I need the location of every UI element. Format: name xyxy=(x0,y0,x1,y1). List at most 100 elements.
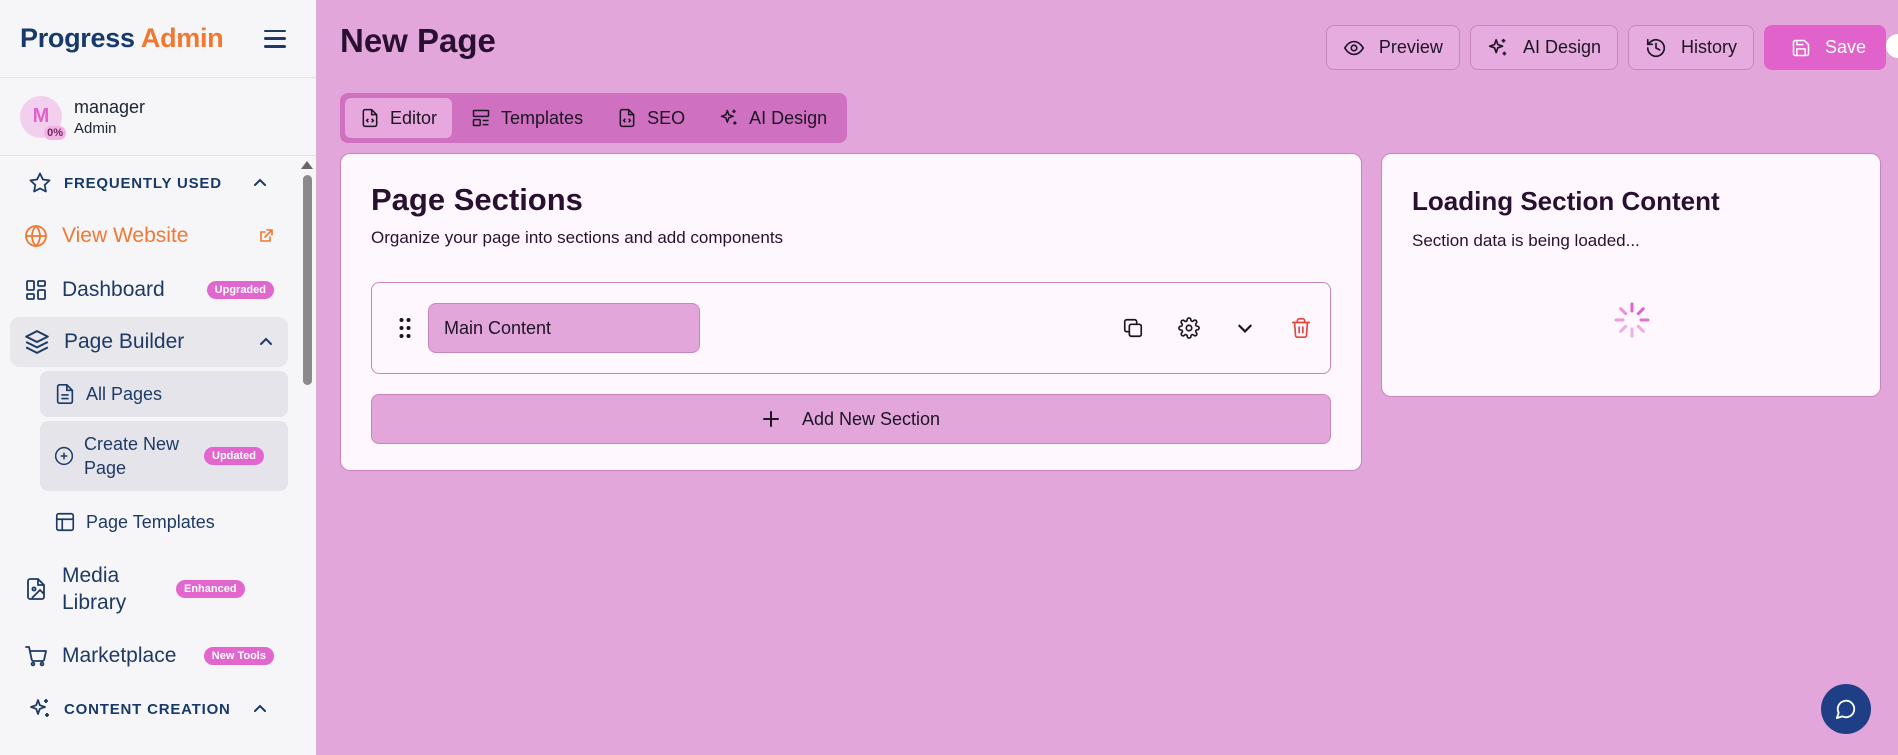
user-role: Admin xyxy=(74,119,117,137)
sidebar-item-page-builder[interactable]: Page Builder xyxy=(10,317,288,367)
save-icon xyxy=(1791,38,1811,58)
history-icon xyxy=(1645,37,1667,59)
file-icon xyxy=(54,383,76,405)
save-button[interactable]: Save xyxy=(1764,25,1886,70)
ai-design-button[interactable]: AI Design xyxy=(1469,25,1618,70)
section-label: FREQUENTLY USED xyxy=(64,174,222,192)
sidebar-subitem-create-new-page[interactable]: Create New Page Updated xyxy=(40,421,288,491)
file-code-icon xyxy=(617,108,637,128)
loading-subtitle: Section data is being loaded... xyxy=(1412,231,1640,250)
card-subtitle: Organize your page into sections and add… xyxy=(371,228,784,247)
tab-ai-design[interactable]: AI Design xyxy=(704,98,842,138)
dashboard-icon xyxy=(24,278,48,302)
avatar-progress-badge: 0% xyxy=(44,125,66,140)
trash-icon[interactable] xyxy=(1288,315,1314,341)
chevron-up-icon[interactable] xyxy=(252,175,268,191)
brand-logo[interactable]: Progress Admin xyxy=(20,23,224,54)
layers-icon xyxy=(24,329,50,355)
chevron-up-icon xyxy=(258,334,274,350)
user-name: manager xyxy=(74,96,146,117)
brand-accent: Admin xyxy=(140,23,224,53)
sidebar-item-label: Dashboard xyxy=(62,278,165,302)
eye-icon xyxy=(1343,37,1365,59)
status-badge: Upgraded xyxy=(206,281,274,299)
status-badge: Updated xyxy=(204,447,264,465)
copy-icon[interactable] xyxy=(1120,315,1146,341)
sidebar: Progress Admin M 0% manager Admin FREQUE… xyxy=(0,0,318,755)
scroll-up-icon[interactable] xyxy=(301,161,313,169)
ai-design-label: AI Design xyxy=(1522,37,1601,57)
tab-templates[interactable]: Templates xyxy=(456,98,598,138)
image-file-icon xyxy=(24,577,48,601)
tab-editor[interactable]: Editor xyxy=(345,98,453,138)
history-label: History xyxy=(1680,37,1737,57)
plus-circle-icon xyxy=(54,446,74,466)
add-section-button[interactable]: Add New Section xyxy=(371,394,1331,444)
section-row xyxy=(371,282,1331,374)
sidebar-subitem-all-pages[interactable]: All Pages xyxy=(40,371,288,417)
user-profile[interactable]: M 0% manager Admin xyxy=(0,78,316,156)
loading-spinner-icon xyxy=(1612,300,1652,340)
brand-main: Progress xyxy=(20,23,135,53)
tab-label: AI Design xyxy=(749,107,828,128)
loading-title: Loading Section Content xyxy=(1412,186,1720,216)
plus-icon xyxy=(762,410,780,428)
card-title: Page Sections xyxy=(371,182,583,217)
star-icon xyxy=(28,171,52,195)
chevron-down-icon[interactable] xyxy=(1232,315,1258,341)
sidebar-nav: FREQUENTLY USED View Website Dashboard U… xyxy=(0,157,298,755)
sidebar-item-view-website[interactable]: View Website xyxy=(0,209,298,263)
sparkles-icon xyxy=(28,697,52,721)
template-icon xyxy=(54,511,76,533)
loading-section-card: Loading Section Content Section data is … xyxy=(1381,153,1881,397)
page-title: New Page xyxy=(340,22,496,59)
sidebar-subitem-label: Create New Page xyxy=(84,433,180,478)
layout-icon xyxy=(471,108,491,128)
avatar: M 0% xyxy=(20,95,66,140)
globe-icon xyxy=(24,224,48,248)
sidebar-item-label: View Website xyxy=(62,224,189,248)
save-label: Save xyxy=(1825,37,1867,57)
tab-seo[interactable]: SEO xyxy=(602,98,700,138)
sidebar-scrollbar[interactable] xyxy=(300,157,314,755)
tab-label: Templates xyxy=(501,107,584,128)
menu-toggle-icon[interactable] xyxy=(264,29,286,48)
page-sections-card: Page Sections Organize your page into se… xyxy=(340,153,1362,471)
section-content-creation[interactable]: CONTENT CREATION xyxy=(0,683,298,735)
sidebar-subitem-label: All Pages xyxy=(86,383,163,404)
tab-label: SEO xyxy=(647,107,686,128)
file-code-icon xyxy=(360,108,380,128)
sidebar-item-label: Page Builder xyxy=(64,330,185,354)
sparkles-icon xyxy=(1487,37,1509,59)
sparkles-icon xyxy=(719,108,739,128)
chevron-up-icon[interactable] xyxy=(252,701,268,717)
sidebar-subitem-page-templates[interactable]: Page Templates xyxy=(40,495,288,549)
sidebar-item-dashboard[interactable]: Dashboard Upgraded xyxy=(0,263,298,317)
gear-icon[interactable] xyxy=(1176,315,1202,341)
preview-button[interactable]: Preview xyxy=(1325,25,1460,70)
drag-handle-icon[interactable] xyxy=(398,317,412,339)
section-label: CONTENT CREATION xyxy=(64,700,231,718)
section-frequently-used[interactable]: FREQUENTLY USED xyxy=(0,157,298,209)
cart-icon xyxy=(24,644,48,668)
status-badge: New Tools xyxy=(203,647,274,665)
preview-label: Preview xyxy=(1378,37,1443,57)
history-button[interactable]: History xyxy=(1627,25,1754,70)
top-actions: Preview AI Design History Save xyxy=(1325,25,1886,70)
chat-icon xyxy=(1835,698,1857,720)
sidebar-item-marketplace[interactable]: Marketplace New Tools xyxy=(0,629,298,683)
avatar-initial: M xyxy=(32,105,50,127)
edge-toggle[interactable] xyxy=(1886,34,1898,58)
editor-tabs: Editor Templates SEO AI Design xyxy=(340,93,848,143)
sidebar-header: Progress Admin xyxy=(0,0,316,78)
tab-label: Editor xyxy=(390,107,438,128)
scrollbar-thumb[interactable] xyxy=(302,175,312,385)
section-name-input[interactable] xyxy=(428,303,700,353)
section-row-actions xyxy=(1120,315,1314,341)
external-link-icon xyxy=(258,228,274,244)
sidebar-item-label: Marketplace xyxy=(62,644,177,668)
sidebar-item-label: Media Library xyxy=(62,563,127,614)
sidebar-item-media-library[interactable]: Media Library Enhanced xyxy=(0,549,298,629)
add-section-label: Add New Section xyxy=(801,408,941,429)
chat-button[interactable] xyxy=(1821,684,1871,734)
